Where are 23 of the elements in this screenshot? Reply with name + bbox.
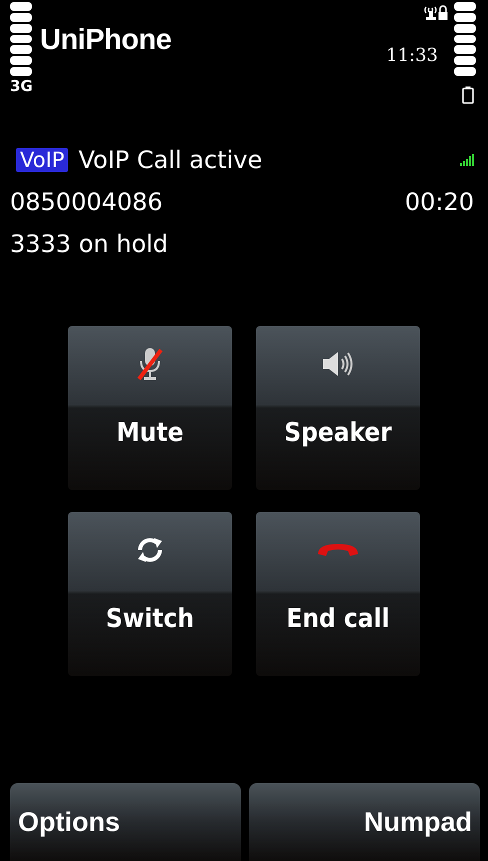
speaker-icon	[321, 351, 355, 377]
app-title: UniPhone	[40, 24, 172, 57]
signal-strength-icon	[10, 2, 32, 76]
muted-microphone-icon	[136, 347, 164, 381]
caller-number: 0850004086	[10, 188, 163, 216]
battery-level-icon	[454, 2, 476, 76]
wifi-lock-icon	[424, 4, 450, 20]
call-status: VoIP Call active	[78, 146, 262, 174]
softkey-button[interactable]: Numpad	[249, 783, 480, 861]
signal-icon	[460, 154, 474, 166]
mute-button[interactable]: Mute	[68, 326, 232, 490]
refresh-arrows-icon	[135, 535, 165, 565]
switch-button[interactable]: Switch	[68, 512, 232, 676]
softkey-button[interactable]: Options	[10, 783, 241, 861]
speaker-button[interactable]: Speaker	[256, 326, 420, 490]
battery-icon	[462, 86, 474, 104]
voip-badge: VoIP	[16, 148, 68, 172]
held-call: 3333 on hold	[10, 230, 168, 258]
end-button[interactable]: End call	[256, 512, 420, 676]
clock-time: 11:33	[386, 45, 438, 66]
network-type: 3G	[10, 77, 33, 95]
phone-handset-icon	[316, 542, 360, 558]
call-duration: 00:20	[404, 188, 474, 216]
